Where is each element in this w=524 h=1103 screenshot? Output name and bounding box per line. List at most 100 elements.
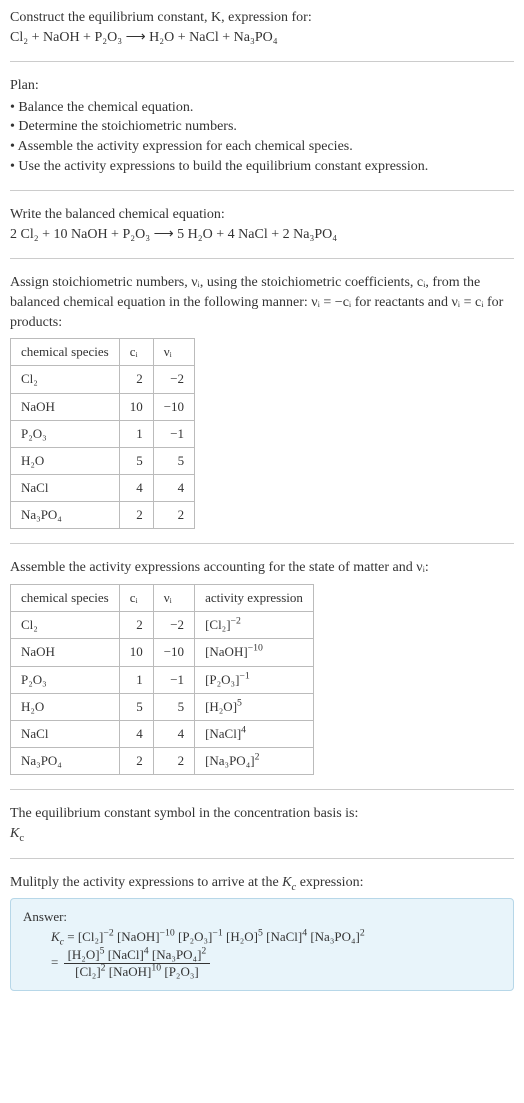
cell-species: NaOH: [11, 393, 120, 420]
cell-vi: 5: [153, 447, 194, 474]
symbol-line1: The equilibrium constant symbol in the c…: [10, 804, 514, 824]
term: [P₂O₃]−1: [178, 929, 223, 944]
table-row: Cl₂2−2: [11, 366, 195, 393]
col-species: chemical species: [11, 585, 120, 612]
cell-ci: 4: [119, 720, 153, 747]
col-activity: activity expression: [195, 585, 314, 612]
cell-vi: 4: [153, 720, 194, 747]
balanced-section: Write the balanced chemical equation: 2 …: [10, 205, 514, 244]
term: [H₂O]5: [68, 947, 105, 962]
cell-ci: 5: [119, 693, 153, 720]
cell-vi: −10: [153, 639, 194, 666]
divider: [10, 190, 514, 191]
activity-section: Assemble the activity expressions accoun…: [10, 558, 514, 775]
term: [NaCl]4: [108, 947, 149, 962]
table-row: NaCl44[NaCl]4: [11, 720, 314, 747]
cell-vi: 2: [153, 748, 194, 775]
cell-species: P₂O₃: [11, 420, 120, 447]
table-header-row: chemical species cᵢ νᵢ: [11, 339, 195, 366]
cell-species: NaCl: [11, 475, 120, 502]
stoich-heading: Assign stoichiometric numbers, νᵢ, using…: [10, 273, 514, 332]
k-base: K: [10, 826, 19, 841]
symbol-kc: Kc: [10, 824, 514, 844]
term: [NaOH]10: [109, 964, 161, 979]
term: [NaCl]4: [266, 929, 307, 944]
plan-heading: Plan:: [10, 76, 514, 96]
equals-sign: =: [51, 955, 62, 970]
term: [Cl₂]−2: [78, 929, 114, 944]
stoich-section: Assign stoichiometric numbers, νᵢ, using…: [10, 273, 514, 529]
plan-list: Balance the chemical equation. Determine…: [10, 98, 514, 176]
cell-vi: 4: [153, 475, 194, 502]
term: [H₂O]5: [226, 929, 263, 944]
term: [P₂O₃]: [164, 964, 198, 979]
col-species: chemical species: [11, 339, 120, 366]
divider: [10, 258, 514, 259]
col-vi: νᵢ: [153, 339, 194, 366]
table-row: P₂O₃1−1: [11, 420, 195, 447]
cell-vi: −2: [153, 366, 194, 393]
balanced-heading: Write the balanced chemical equation:: [10, 205, 514, 225]
cell-activity-expr: [NaCl]4: [195, 720, 314, 747]
cell-vi: −1: [153, 666, 194, 693]
cell-vi: −10: [153, 393, 194, 420]
answer-line2: = [H₂O]5 [NaCl]4 [Na₃PO₄]2 [Cl₂]2 [NaOH]…: [51, 947, 501, 980]
plan-item: Assemble the activity expression for eac…: [10, 137, 514, 157]
cell-species: Na₃PO₄: [11, 748, 120, 775]
intro-line1: Construct the equilibrium constant, K, e…: [10, 8, 514, 28]
cell-ci: 5: [119, 447, 153, 474]
cell-ci: 10: [119, 393, 153, 420]
multiply-section: Mulitply the activity expressions to arr…: [10, 873, 514, 893]
col-ci: cᵢ: [119, 339, 153, 366]
cell-species: Cl₂: [11, 612, 120, 639]
fraction-numerator: [H₂O]5 [NaCl]4 [Na₃PO₄]2: [64, 947, 211, 964]
divider: [10, 789, 514, 790]
table-row: Na₃PO₄22[Na₃PO₄]2: [11, 748, 314, 775]
divider: [10, 858, 514, 859]
cell-activity-expr: [P₂O₃]−1: [195, 666, 314, 693]
table-row: NaOH10−10[NaOH]−10: [11, 639, 314, 666]
divider: [10, 543, 514, 544]
table-row: H₂O55: [11, 447, 195, 474]
balanced-equation: 2 Cl₂ + 10 NaOH + P₂O₃ ⟶ 5 H₂O + 4 NaCl …: [10, 225, 514, 245]
table-row: P₂O₃1−1[P₂O₃]−1: [11, 666, 314, 693]
cell-vi: −1: [153, 420, 194, 447]
cell-ci: 2: [119, 502, 153, 529]
answer-fraction: [H₂O]5 [NaCl]4 [Na₃PO₄]2 [Cl₂]2 [NaOH]10…: [64, 947, 211, 980]
cell-vi: −2: [153, 612, 194, 639]
col-ci: cᵢ: [119, 585, 153, 612]
answer-line1-terms: [Cl₂]−2 [NaOH]−10 [P₂O₃]−1 [H₂O]5 [NaCl]…: [78, 929, 365, 944]
col-vi: νᵢ: [153, 585, 194, 612]
page-root: Construct the equilibrium constant, K, e…: [0, 0, 524, 999]
plan-item: Balance the chemical equation.: [10, 98, 514, 118]
stoich-table: chemical species cᵢ νᵢ Cl₂2−2NaOH10−10P₂…: [10, 338, 195, 529]
cell-species: Cl₂: [11, 366, 120, 393]
plan-item: Use the activity expressions to build th…: [10, 157, 514, 177]
table-row: H₂O55[H₂O]5: [11, 693, 314, 720]
cell-species: NaCl: [11, 720, 120, 747]
cell-activity-expr: [H₂O]5: [195, 693, 314, 720]
intro-section: Construct the equilibrium constant, K, e…: [10, 8, 514, 47]
table-row: NaCl44: [11, 475, 195, 502]
answer-label: Answer:: [23, 909, 501, 925]
cell-species: Na₃PO₄: [11, 502, 120, 529]
k-sub: c: [19, 833, 24, 844]
cell-vi: 5: [153, 693, 194, 720]
cell-ci: 2: [119, 366, 153, 393]
cell-ci: 4: [119, 475, 153, 502]
term: [Cl₂]2: [75, 964, 105, 979]
plan-item: Determine the stoichiometric numbers.: [10, 117, 514, 137]
cell-ci: 1: [119, 666, 153, 693]
plan-section: Plan: Balance the chemical equation. Det…: [10, 76, 514, 176]
kc-prefix: Kc =: [51, 929, 78, 944]
table-row: Cl₂2−2[Cl₂]−2: [11, 612, 314, 639]
activity-table: chemical species cᵢ νᵢ activity expressi…: [10, 584, 314, 775]
table-header-row: chemical species cᵢ νᵢ activity expressi…: [11, 585, 314, 612]
cell-ci: 2: [119, 612, 153, 639]
term: [Na₃PO₄]2: [310, 929, 364, 944]
table-row: NaOH10−10: [11, 393, 195, 420]
cell-species: P₂O₃: [11, 666, 120, 693]
multiply-heading: Mulitply the activity expressions to arr…: [10, 873, 514, 893]
symbol-section: The equilibrium constant symbol in the c…: [10, 804, 514, 843]
intro-equation: Cl₂ + NaOH + P₂O₃ ⟶ H₂O + NaCl + Na₃PO₄: [10, 28, 514, 48]
